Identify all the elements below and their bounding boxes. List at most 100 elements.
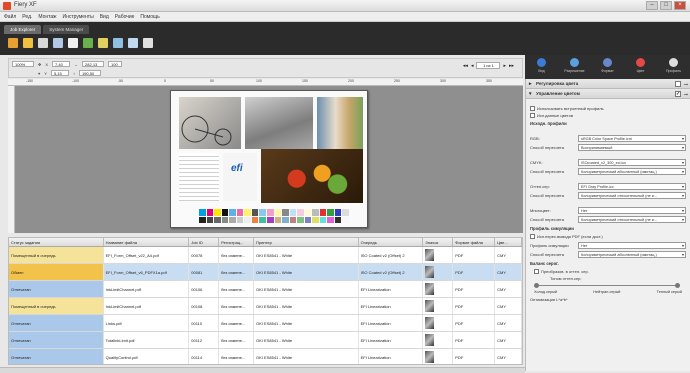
gray-balance-heading: Баланс серог. xyxy=(530,261,559,266)
cmyk-profile-select[interactable]: ISOcoated_v2_300_eci.icc xyxy=(578,159,686,166)
open-icon[interactable] xyxy=(23,38,33,48)
page-preview[interactable]: efi xyxy=(170,90,368,228)
tab-system-manager[interactable]: System Manager xyxy=(43,25,90,34)
table-row[interactable]: Обмен EFI_Form_Offset_v6_PDFX1a.pdf 00081 б… xyxy=(9,264,522,281)
first-page-icon[interactable]: ◂◂ xyxy=(463,63,468,69)
sim-profile-row: Профиль симуляции Нет xyxy=(526,241,690,250)
table-row[interactable]: Помещенный в очередь InkLimitChannel.pdf 0… xyxy=(9,298,522,315)
section-color-management-checkbox[interactable]: ✓ xyxy=(675,91,681,97)
horizontal-ruler: -150 -100 -50 0 50 100 150 200 250 300 350 xyxy=(8,79,523,86)
multi-intent-select[interactable]: Колориметрический относительный (не и... xyxy=(578,216,686,223)
only-spot-checkbox[interactable] xyxy=(530,113,535,119)
rgb-intent-select[interactable]: Воспринимаемый xyxy=(578,144,686,151)
minimize-button[interactable]: – xyxy=(646,1,658,10)
menu-help[interactable]: Помощь xyxy=(140,14,159,20)
col-format[interactable]: Формат файла xyxy=(453,238,496,246)
cell-status: Помещенный в очередь xyxy=(9,247,104,263)
settings-tab-3[interactable]: Цвет xyxy=(630,58,652,73)
cell-status: Обмен xyxy=(9,264,104,280)
workspace-tabs: Job Explorer System Manager xyxy=(4,25,90,34)
slider-knob[interactable] xyxy=(534,283,539,288)
input-profiles-heading: Исходн. профили xyxy=(530,121,567,126)
height-field[interactable]: 190,50 xyxy=(78,70,101,76)
preview-canvas[interactable]: efi xyxy=(15,86,523,233)
stack-icon[interactable] xyxy=(143,38,153,48)
col-thumbnail[interactable]: Значок xyxy=(423,238,454,246)
color-swatch xyxy=(297,209,304,216)
lab-optimization-row[interactable]: Оптимизация L*a*b* xyxy=(526,296,690,304)
width-field[interactable]: 282,13 xyxy=(82,61,105,67)
gray-tone-slider[interactable] xyxy=(534,282,680,290)
table-row[interactable]: Отпечатан TotalInkLimit.pdf 00112 без измен… xyxy=(9,332,522,349)
prev-page-icon[interactable]: ◂ xyxy=(471,63,474,69)
sim-use-checkbox[interactable] xyxy=(530,234,535,240)
convert-gray-checkbox[interactable] xyxy=(534,269,539,275)
settings-tab-0[interactable]: Вид xyxy=(531,58,553,73)
section-color-adjust[interactable]: Регулировка цвета ⊸ xyxy=(526,79,690,89)
col-status[interactable]: Статус задания xyxy=(9,238,104,246)
maximize-button[interactable]: □ xyxy=(660,1,672,10)
cell-jobid: 00114 xyxy=(189,349,220,364)
use-embedded-profile-option[interactable]: Использовать встроенный профиль xyxy=(526,105,690,112)
last-page-icon[interactable]: ▸▸ xyxy=(509,63,514,69)
zoom-select[interactable]: 100% xyxy=(12,61,34,67)
sim-use-option[interactable]: Исп.перес.вывода PDF (если дост.) xyxy=(526,233,690,241)
next-page-icon[interactable]: ▸ xyxy=(503,63,506,69)
menu-edit[interactable]: Ред. xyxy=(22,14,32,20)
section-color-adjust-checkbox[interactable] xyxy=(675,81,681,87)
print-icon[interactable] xyxy=(38,38,48,48)
settings-tab-4[interactable]: Профиль xyxy=(663,58,685,73)
gray-intent-select[interactable]: Колориметрический относительный (не и... xyxy=(578,192,686,199)
menu-view[interactable]: Вид xyxy=(100,14,109,20)
multicolor-select[interactable]: Нет xyxy=(578,207,686,214)
table-row[interactable]: Отпечатан QualityControl.pdf 00114 без изме… xyxy=(9,349,522,364)
menu-layout[interactable]: Монтаж xyxy=(38,14,56,20)
col-registration[interactable]: Регистрац... xyxy=(219,238,255,246)
table-row[interactable]: Отпечатан Links.pdf 00110 без измене... OKI … xyxy=(9,315,522,332)
document-icon[interactable] xyxy=(68,38,78,48)
table-row[interactable]: Отпечатан InkLimitChannel.pdf 00106 без изм… xyxy=(9,281,522,298)
sim-profile-select[interactable]: Нет xyxy=(578,242,686,249)
height-icon: ↕ xyxy=(72,70,75,76)
col-color[interactable]: Цве... xyxy=(495,238,522,246)
move-tool-icon[interactable]: ✥ xyxy=(38,62,41,67)
cell-color: CMY xyxy=(495,332,522,348)
table-row[interactable]: Помещенный в очередь EFI_Form_Offset_v22_… xyxy=(9,247,522,264)
tab-job-explorer[interactable]: Job Explorer xyxy=(4,25,42,34)
layout-icon[interactable] xyxy=(98,38,108,48)
count-field[interactable]: 100 xyxy=(108,61,123,67)
rgb-profile-select[interactable]: sRGB Color Space Profile.icm xyxy=(578,135,686,142)
col-filename[interactable]: Название файла xyxy=(104,238,190,246)
cell-status: Помещенный в очередь xyxy=(9,298,104,314)
close-button[interactable]: × xyxy=(674,1,686,10)
pages-icon[interactable] xyxy=(128,38,138,48)
settings-tab-2[interactable]: Формат xyxy=(597,58,619,73)
page-field[interactable]: 1 из 1 xyxy=(476,62,501,69)
image-icon[interactable] xyxy=(83,38,93,48)
menu-workspace[interactable]: Рабочие xyxy=(115,14,135,20)
menu-file[interactable]: Файл xyxy=(4,14,16,20)
only-spot-option[interactable]: Исп.данные цветов xyxy=(526,112,690,119)
settings-tab-1[interactable]: Разрешение xyxy=(564,58,586,73)
folder-icon[interactable] xyxy=(8,38,18,48)
convert-gray-option[interactable]: Преобразов. в оттен. сер. xyxy=(526,268,690,276)
x-field[interactable]: 7,40 xyxy=(52,61,71,67)
job-thumbnail xyxy=(425,266,435,278)
col-queue[interactable]: Очередь xyxy=(359,238,424,246)
color-swatch xyxy=(259,209,266,216)
select-tool-icon[interactable]: ⌖ xyxy=(38,71,40,76)
col-printer[interactable]: Принтер xyxy=(254,238,359,246)
col-jobid[interactable]: Job ID xyxy=(189,238,220,246)
use-embedded-checkbox[interactable] xyxy=(530,106,535,112)
section-color-management[interactable]: Управление цветом ✓ ⊸ xyxy=(526,89,690,99)
sim-intent-select[interactable]: Колориметрический абсолютный (имитац.) xyxy=(578,251,686,258)
gray-profile-select[interactable]: EFI Gray Profile.icc xyxy=(578,183,686,190)
y-field[interactable]: 5,15 xyxy=(50,70,69,76)
copy-icon[interactable] xyxy=(53,38,63,48)
grid-icon[interactable] xyxy=(113,38,123,48)
slider-knob-secondary[interactable] xyxy=(675,283,680,288)
menu-tools[interactable]: Инструменты xyxy=(63,14,94,20)
cell-printer: OKI ES8541 - White xyxy=(254,298,359,314)
cmyk-intent-select[interactable]: Колориметрический абсолютный (имитац.) xyxy=(578,168,686,175)
pin-icon[interactable]: ⊸ xyxy=(684,90,688,100)
